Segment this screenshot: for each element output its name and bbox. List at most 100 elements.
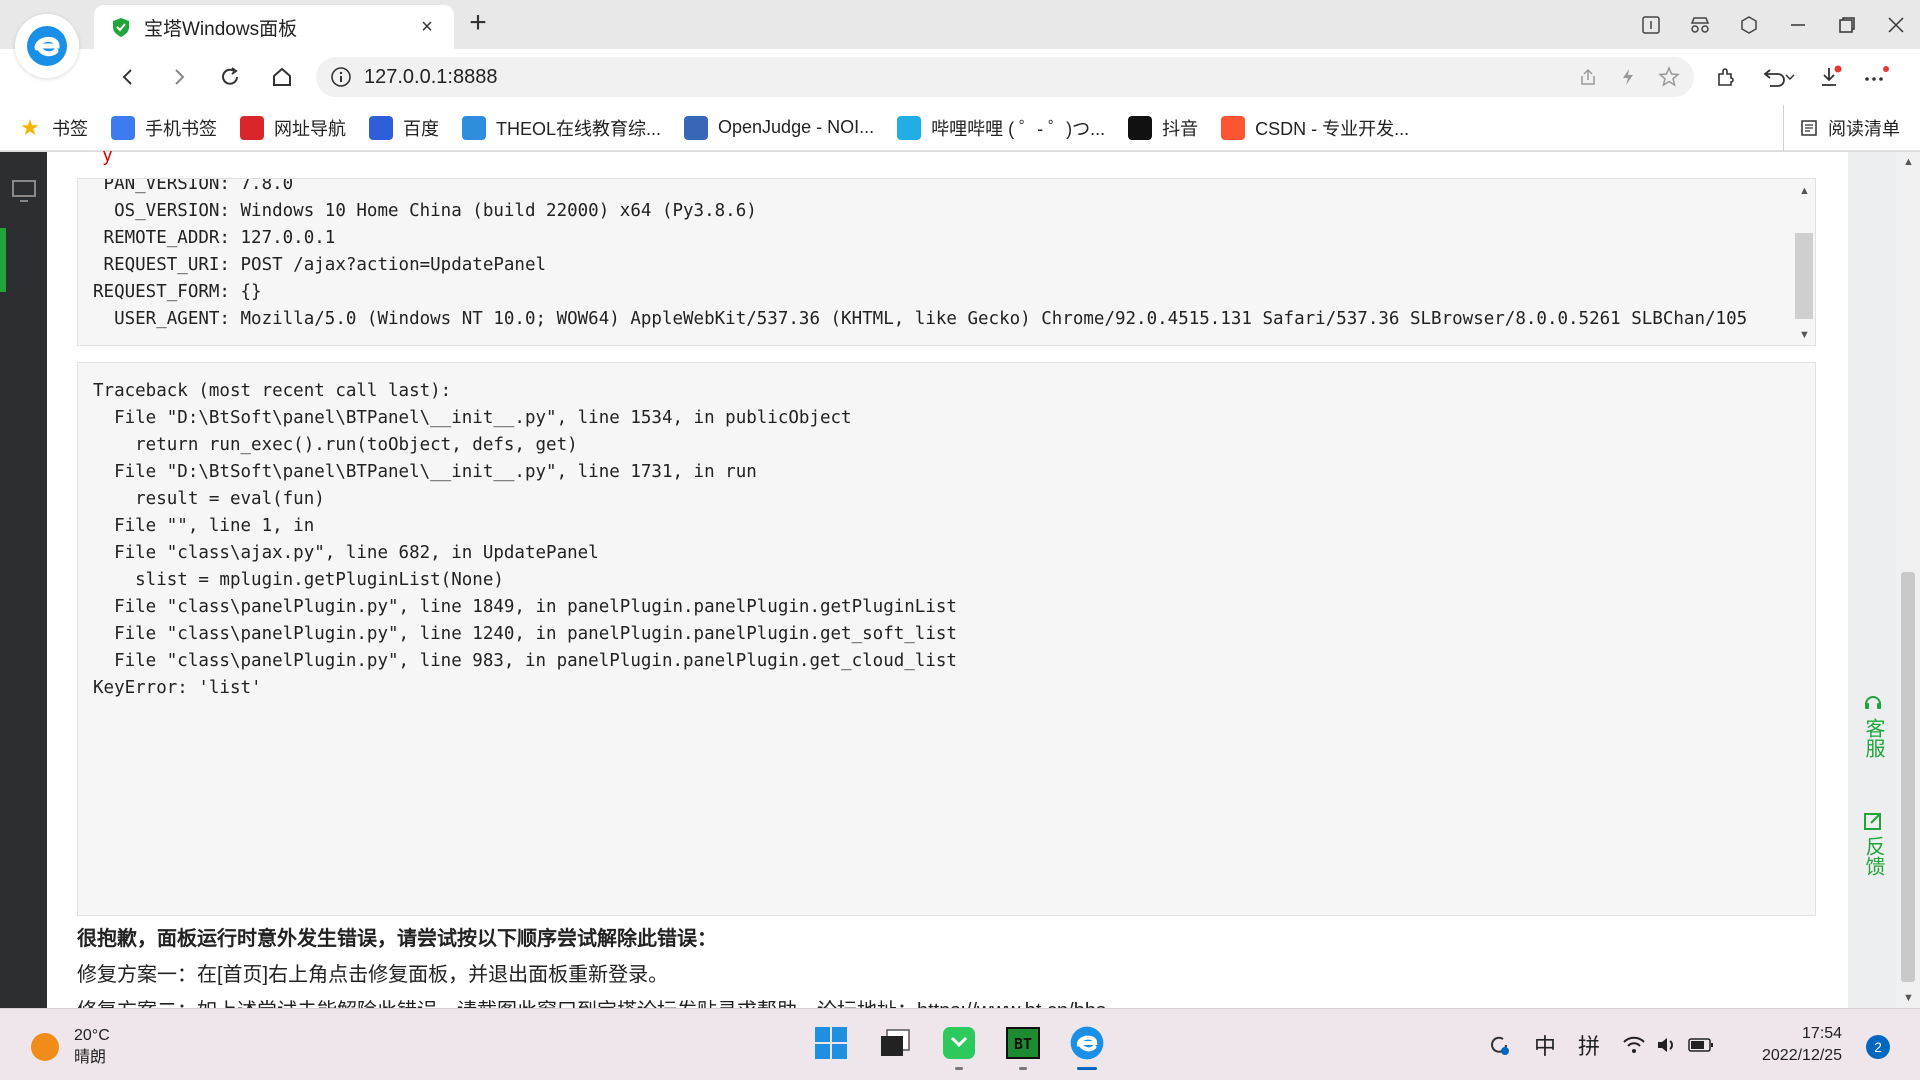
traceback-line: result = eval(fun)	[93, 489, 325, 509]
monitor-icon[interactable]	[12, 180, 36, 202]
home-icon[interactable]	[266, 61, 298, 93]
traceback-line: slist = mplugin.getPluginList(None)	[93, 570, 504, 590]
address-text[interactable]: 127.0.0.1:8888	[364, 66, 1578, 89]
page-scroll-thumb[interactable]	[1901, 572, 1915, 982]
scroll-up-icon[interactable]: ▲	[1799, 185, 1810, 197]
reading-list-label: 阅读清单	[1828, 119, 1900, 139]
forward-icon[interactable]	[163, 61, 195, 93]
browser-tab-active[interactable]: 宝塔Windows面板 ×	[94, 5, 454, 49]
extensions-hub-icon[interactable]	[1724, 0, 1773, 49]
page-scrollbar[interactable]: ▲ ▼	[1896, 152, 1920, 1008]
share-icon[interactable]	[1578, 67, 1598, 87]
traceback-line: File "", line 1, in	[93, 516, 315, 536]
customer-service-button[interactable]: 客服	[1856, 692, 1890, 758]
minimize-icon[interactable]	[1773, 0, 1822, 49]
bookmark-item[interactable]: ★ 书签	[18, 115, 88, 141]
bilibili-icon	[897, 115, 922, 140]
task-view-icon	[881, 1029, 910, 1056]
start-button[interactable]	[808, 1019, 854, 1067]
traceback-lines: Traceback (most recent call last): File …	[93, 378, 957, 702]
nav-icon	[240, 115, 264, 140]
bookmark-label: THEOL在线教育综...	[496, 118, 662, 139]
weather-widget[interactable]: 20°C 晴朗	[30, 1025, 110, 1069]
quick-settings[interactable]	[1622, 1035, 1714, 1055]
tab-title: 宝塔Windows面板	[144, 18, 298, 40]
wifi-icon	[1623, 1036, 1645, 1053]
more-menu-icon[interactable]	[1860, 61, 1892, 93]
bookmark-label: 书签	[52, 118, 88, 139]
bookmark-item[interactable]: OpenJudge - NOI...	[684, 115, 875, 140]
traceback-box[interactable]: Traceback (most recent call last): File …	[77, 362, 1816, 916]
bookmark-label: 抖音	[1162, 118, 1199, 139]
tab-close-button[interactable]: ×	[414, 16, 440, 39]
windows-start-icon	[815, 1027, 847, 1059]
bookmark-item[interactable]: 手机书签	[111, 115, 217, 141]
reading-list-button[interactable]: 阅读清单	[1783, 105, 1900, 151]
incognito-icon[interactable]	[1675, 0, 1724, 49]
ime-language[interactable]: 中	[1534, 1029, 1556, 1061]
back-icon[interactable]	[112, 61, 144, 93]
downloads-icon[interactable]	[1814, 61, 1846, 93]
ime-mode[interactable]: 拼	[1578, 1029, 1600, 1061]
env-scrollbar[interactable]: ▲ ▼	[1795, 185, 1813, 341]
bookmark-label: 网址导航	[274, 118, 346, 139]
tab-counter-icon[interactable]	[1626, 0, 1675, 49]
chat-app-icon	[943, 1027, 975, 1059]
taskbar-apps: BT	[808, 1019, 1110, 1070]
new-tab-button[interactable]: +	[462, 8, 494, 40]
bookmark-item[interactable]: 网址导航	[240, 115, 346, 141]
scroll-down-icon[interactable]: ▼	[1799, 329, 1810, 341]
taskbar-app-wechat[interactable]	[936, 1019, 982, 1070]
sync-icon[interactable]	[1486, 1032, 1512, 1058]
traceback-line: return run_exec().run(toObject, defs, ge…	[93, 435, 578, 455]
bt-terminal-icon: BT	[1006, 1027, 1040, 1059]
lightning-icon[interactable]	[1618, 67, 1638, 87]
panel-sidebar	[0, 152, 47, 1008]
reload-icon[interactable]	[214, 61, 246, 93]
environment-info-box[interactable]: PAN_VERSION: 7.8.0 OS_VERSION: Windows 1…	[77, 178, 1816, 346]
close-window-icon[interactable]	[1871, 0, 1920, 49]
app-running-indicator	[1019, 1067, 1027, 1070]
notification-badge[interactable]: 2	[1866, 1035, 1890, 1059]
extensions-icon[interactable]	[1710, 61, 1742, 93]
svg-text:BT: BT	[1014, 1035, 1032, 1053]
address-bar[interactable]: 127.0.0.1:8888	[316, 57, 1694, 97]
traceback-line: File "class\panelPlugin.py", line 1849, …	[93, 597, 957, 617]
clock-time: 17:54	[1802, 1025, 1843, 1042]
page-scroll-up-icon[interactable]: ▲	[1903, 156, 1914, 168]
taskbar-app-bt[interactable]: BT	[1000, 1019, 1046, 1070]
browser-logo-icon	[15, 14, 79, 78]
windows-taskbar: 20°C 晴朗 BT 中 拼 17:54 2022/12/25 2	[0, 1008, 1920, 1080]
feedback-button[interactable]: 反馈	[1856, 810, 1890, 876]
env-scroll-thumb[interactable]	[1795, 233, 1813, 319]
bookmark-item[interactable]: CSDN - 专业开发...	[1221, 115, 1409, 141]
bookmark-item[interactable]: 百度	[369, 115, 439, 141]
bookmark-item[interactable]: 哔哩哔哩 ( ゜- ゜)つ...	[897, 115, 1105, 141]
bookmark-item[interactable]: THEOL在线教育综...	[462, 115, 661, 141]
site-info-icon[interactable]	[330, 66, 352, 88]
bookmark-item[interactable]: 抖音	[1128, 115, 1198, 141]
clock-date: 2022/12/25	[1762, 1047, 1843, 1064]
bt-shield-icon	[113, 18, 129, 37]
bookmark-label: OpenJudge - NOI...	[718, 117, 875, 137]
env-line: REMOTE_ADDR: 127.0.0.1	[93, 228, 336, 248]
battery-icon	[1688, 1038, 1714, 1052]
env-line: REQUEST_URI: POST /ajax?action=UpdatePan…	[93, 255, 547, 275]
page-scroll-down-icon[interactable]: ▼	[1903, 992, 1914, 1004]
favorite-star-icon[interactable]	[1658, 66, 1680, 88]
environment-lines: PAN_VERSION: 7.8.0 OS_VERSION: Windows 1…	[93, 179, 1747, 333]
error-panel: y PAN_VERSION: 7.8.0 OS_VERSION: Windows…	[47, 146, 1848, 1022]
undo-dropdown-icon[interactable]	[1756, 61, 1800, 93]
browser-titlebar: 宝塔Windows面板 × +	[0, 0, 1920, 49]
taskbar-clock[interactable]: 17:54 2022/12/25	[1762, 1023, 1842, 1067]
task-view-button[interactable]	[872, 1019, 918, 1067]
sidebar-active-indicator	[0, 228, 6, 292]
traceback-line: Traceback (most recent call last):	[93, 381, 452, 401]
sun-icon	[31, 1033, 59, 1061]
env-line: REQUEST_FORM: {}	[93, 282, 262, 302]
maximize-icon[interactable]	[1822, 0, 1871, 49]
taskbar-app-browser[interactable]	[1064, 1019, 1110, 1070]
bookmarks-bar: ★ 书签 手机书签 网址导航 百度 THEOL在线教育综... OpenJudge - NO…	[0, 105, 1920, 151]
bookmark-label: CSDN - 专业开发...	[1255, 118, 1410, 139]
traceback-line: File "D:\BtSoft\panel\BTPanel\__init__.p…	[93, 462, 757, 482]
